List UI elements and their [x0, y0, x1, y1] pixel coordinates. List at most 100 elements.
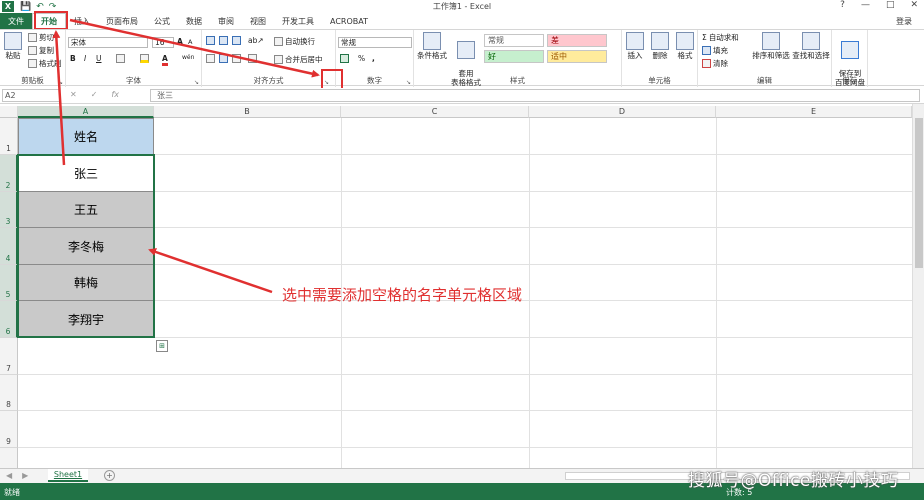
fill-button[interactable]: 填充	[702, 45, 728, 56]
clipboard-launcher-icon[interactable]: ↘	[58, 79, 63, 86]
insert-cells-button[interactable]: 插入	[624, 32, 646, 60]
tab-acrobat[interactable]: ACROBAT	[322, 13, 376, 29]
row-header-6[interactable]: 6	[0, 301, 18, 338]
help-icon[interactable]: ?	[840, 0, 845, 10]
tab-file[interactable]: 文件	[0, 13, 32, 29]
style-neutral[interactable]: 适中	[547, 50, 607, 63]
sort-icon	[762, 32, 780, 50]
fill-color-button[interactable]	[140, 54, 149, 63]
maximize-icon[interactable]: □	[886, 0, 895, 10]
gridline	[529, 118, 530, 468]
right-align-button[interactable]	[232, 54, 241, 63]
fx-icon[interactable]: fx	[111, 90, 119, 99]
autosum-label: 自动求和	[708, 33, 739, 42]
format-painter-button[interactable]: 格式刷	[28, 58, 62, 69]
tab-data[interactable]: 数据	[178, 13, 210, 29]
bottom-align-button[interactable]	[232, 36, 241, 45]
row-header-3[interactable]: 3	[0, 192, 18, 228]
align-middle-icon	[219, 36, 228, 45]
wrap-text-button[interactable]: 自动换行	[274, 36, 315, 47]
number-group-label: 数字	[367, 76, 382, 85]
top-align-button[interactable]	[206, 36, 215, 45]
column-header-c[interactable]: C	[341, 106, 529, 118]
name-box[interactable]: A2	[2, 89, 60, 102]
minimize-icon[interactable]: —	[861, 0, 870, 10]
row-header-2[interactable]: 2	[0, 155, 18, 192]
ribbon: 粘贴 剪切 复制 格式刷 剪贴板 ↘ 宋体 16 A A B I U A wén…	[0, 29, 924, 87]
next-sheet-icon[interactable]: ▶	[22, 471, 28, 480]
quick-analysis-icon[interactable]: ⊞	[156, 340, 168, 352]
underline-button[interactable]: U	[96, 54, 102, 63]
orientation-button[interactable]: ab↗	[248, 36, 264, 45]
tab-page-layout[interactable]: 页面布局	[98, 13, 146, 29]
binoculars-icon	[802, 32, 820, 50]
clear-button[interactable]: 清除	[702, 58, 728, 69]
find-select-button[interactable]: 查找和选择	[792, 32, 830, 60]
cell-a1[interactable]: 姓名	[18, 118, 154, 155]
tab-developer[interactable]: 开发工具	[274, 13, 322, 29]
column-header-b[interactable]: B	[154, 106, 341, 118]
shrink-font-button[interactable]: A	[188, 38, 192, 46]
conditional-format-button[interactable]: 条件格式	[416, 32, 448, 60]
percent-button[interactable]: %	[358, 54, 365, 63]
style-normal[interactable]: 常规	[484, 34, 544, 47]
number-launcher-icon[interactable]: ↘	[406, 79, 411, 86]
tab-insert[interactable]: 插入	[66, 13, 98, 29]
borders-button[interactable]	[116, 54, 125, 63]
row-header-5[interactable]: 5	[0, 265, 18, 301]
formula-input[interactable]: 张三	[150, 89, 920, 102]
row-header-9[interactable]: 9	[0, 411, 18, 448]
tab-formulas[interactable]: 公式	[146, 13, 178, 29]
font-launcher-icon[interactable]: ↘	[194, 79, 199, 86]
cut-button[interactable]: 剪切	[28, 32, 54, 43]
select-all-corner[interactable]	[0, 106, 18, 118]
row-header-1[interactable]: 1	[0, 118, 18, 155]
column-header-e[interactable]: E	[716, 106, 912, 118]
prev-sheet-icon[interactable]: ◀	[6, 471, 12, 480]
phonetic-button[interactable]: wén	[182, 54, 194, 61]
add-sheet-icon[interactable]: +	[104, 470, 115, 481]
comma-button[interactable]: ,	[372, 54, 375, 63]
style-bad[interactable]: 差	[547, 34, 607, 47]
italic-button[interactable]: I	[84, 54, 86, 63]
sheet-tab-sheet1[interactable]: Sheet1	[48, 469, 88, 482]
login-link[interactable]: 登录	[896, 16, 912, 27]
scroll-thumb[interactable]	[915, 118, 923, 268]
tab-review[interactable]: 审阅	[210, 13, 242, 29]
bold-button[interactable]: B	[70, 54, 76, 63]
delete-cells-button[interactable]: 删除	[649, 32, 671, 60]
font-size-select[interactable]: 16	[152, 37, 174, 48]
align-top-icon	[206, 36, 215, 45]
grow-font-button[interactable]: A	[177, 37, 183, 46]
row-header-10[interactable]	[0, 448, 18, 468]
row-header-4[interactable]: 4	[0, 228, 18, 265]
tab-view[interactable]: 视图	[242, 13, 274, 29]
column-header-a[interactable]: A	[18, 106, 154, 118]
copy-button[interactable]: 复制	[28, 45, 54, 56]
font-name-select[interactable]: 宋体	[68, 37, 148, 48]
center-align-button[interactable]	[219, 54, 228, 63]
number-format-select[interactable]: 常规	[338, 37, 412, 48]
sort-filter-button[interactable]: 排序和筛选	[752, 32, 790, 60]
indent-button[interactable]	[248, 54, 257, 63]
vertical-scrollbar[interactable]	[912, 104, 924, 468]
autosum-button[interactable]: Σ 自动求和	[702, 32, 739, 43]
left-align-button[interactable]	[206, 54, 215, 63]
sheet-nav-arrows[interactable]: ◀ ▶	[6, 471, 28, 480]
cancel-icon[interactable]: ✕	[70, 90, 77, 99]
clear-label: 清除	[713, 59, 728, 68]
middle-align-button[interactable]	[219, 36, 228, 45]
row-header-7[interactable]: 7	[0, 338, 18, 375]
close-icon[interactable]: ✕	[910, 0, 918, 10]
merge-center-button[interactable]: 合并后居中	[274, 54, 323, 65]
enter-icon[interactable]: ✓	[91, 90, 98, 99]
row-header-8[interactable]: 8	[0, 375, 18, 411]
currency-button[interactable]	[340, 54, 349, 63]
font-color-button[interactable]: A	[162, 54, 168, 66]
title-bar: X 💾 ↶ ↷ 工作簿1 - Excel ? — □ ✕	[0, 0, 924, 13]
format-cells-button[interactable]: 格式	[674, 32, 696, 60]
column-header-d[interactable]: D	[529, 106, 716, 118]
paste-button[interactable]: 粘贴	[3, 32, 23, 60]
style-good[interactable]: 好	[484, 50, 544, 63]
delete-cells-label: 删除	[652, 51, 668, 60]
